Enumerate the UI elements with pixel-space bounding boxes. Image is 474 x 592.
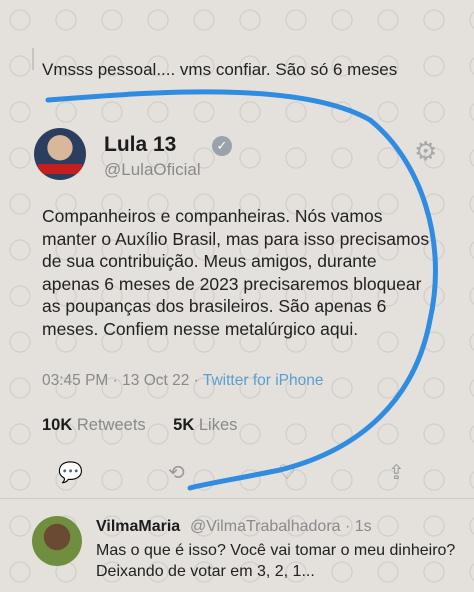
reply-icon[interactable]: 💬 (58, 460, 83, 485)
thread-line (32, 48, 34, 70)
tweet-actions: 💬 ⟲ ♡ ⇪ (42, 460, 422, 488)
reply-text: Mas o que é isso? Você vai tomar o meu d… (96, 542, 456, 580)
likes-label[interactable]: Likes (199, 416, 238, 434)
tweet-meta: 03:45 PM · 13 Oct 22 · Twitter for iPhon… (42, 372, 324, 389)
share-icon[interactable]: ⇪ (388, 460, 405, 485)
reply-handle[interactable]: @VilmaTrabalhadora · 1s (190, 518, 372, 536)
author-handle[interactable]: @LulaOficial (104, 160, 201, 180)
reply-context: Vmsss pessoal.... vms confiar. São só 6 … (0, 0, 474, 110)
reply-avatar[interactable] (32, 516, 82, 566)
divider (0, 498, 474, 499)
tweet-author[interactable]: Lula 13 ✓ @LulaOficial ⚙ (34, 128, 437, 184)
author-display-name[interactable]: Lula 13 (104, 133, 176, 157)
tweet-time: 03:45 PM (42, 372, 109, 389)
retweet-icon[interactable]: ⟲ (168, 460, 185, 485)
tweet-stats: 10K Retweets 5K Likes (42, 416, 237, 435)
retweets-count[interactable]: 10K (42, 416, 72, 434)
parent-tweet-text: Vmsss pessoal.... vms confiar. São só 6 … (42, 60, 398, 79)
tweet-date: 13 Oct 22 (122, 372, 190, 389)
reply-display-name[interactable]: VilmaMaria (96, 518, 180, 536)
gear-icon[interactable]: ⚙ (414, 136, 437, 167)
tweet-text: Companheiros e companheiras. Nós vamos m… (42, 206, 430, 339)
author-avatar[interactable] (34, 128, 86, 180)
tweet-source-link[interactable]: Twitter for iPhone (203, 372, 324, 389)
like-icon[interactable]: ♡ (278, 460, 296, 485)
retweets-label[interactable]: Retweets (77, 416, 146, 434)
verified-badge-icon: ✓ (212, 136, 232, 156)
reply-tweet[interactable]: VilmaMaria @VilmaTrabalhadora · 1s Mas o… (0, 510, 474, 592)
likes-count[interactable]: 5K (173, 416, 194, 434)
